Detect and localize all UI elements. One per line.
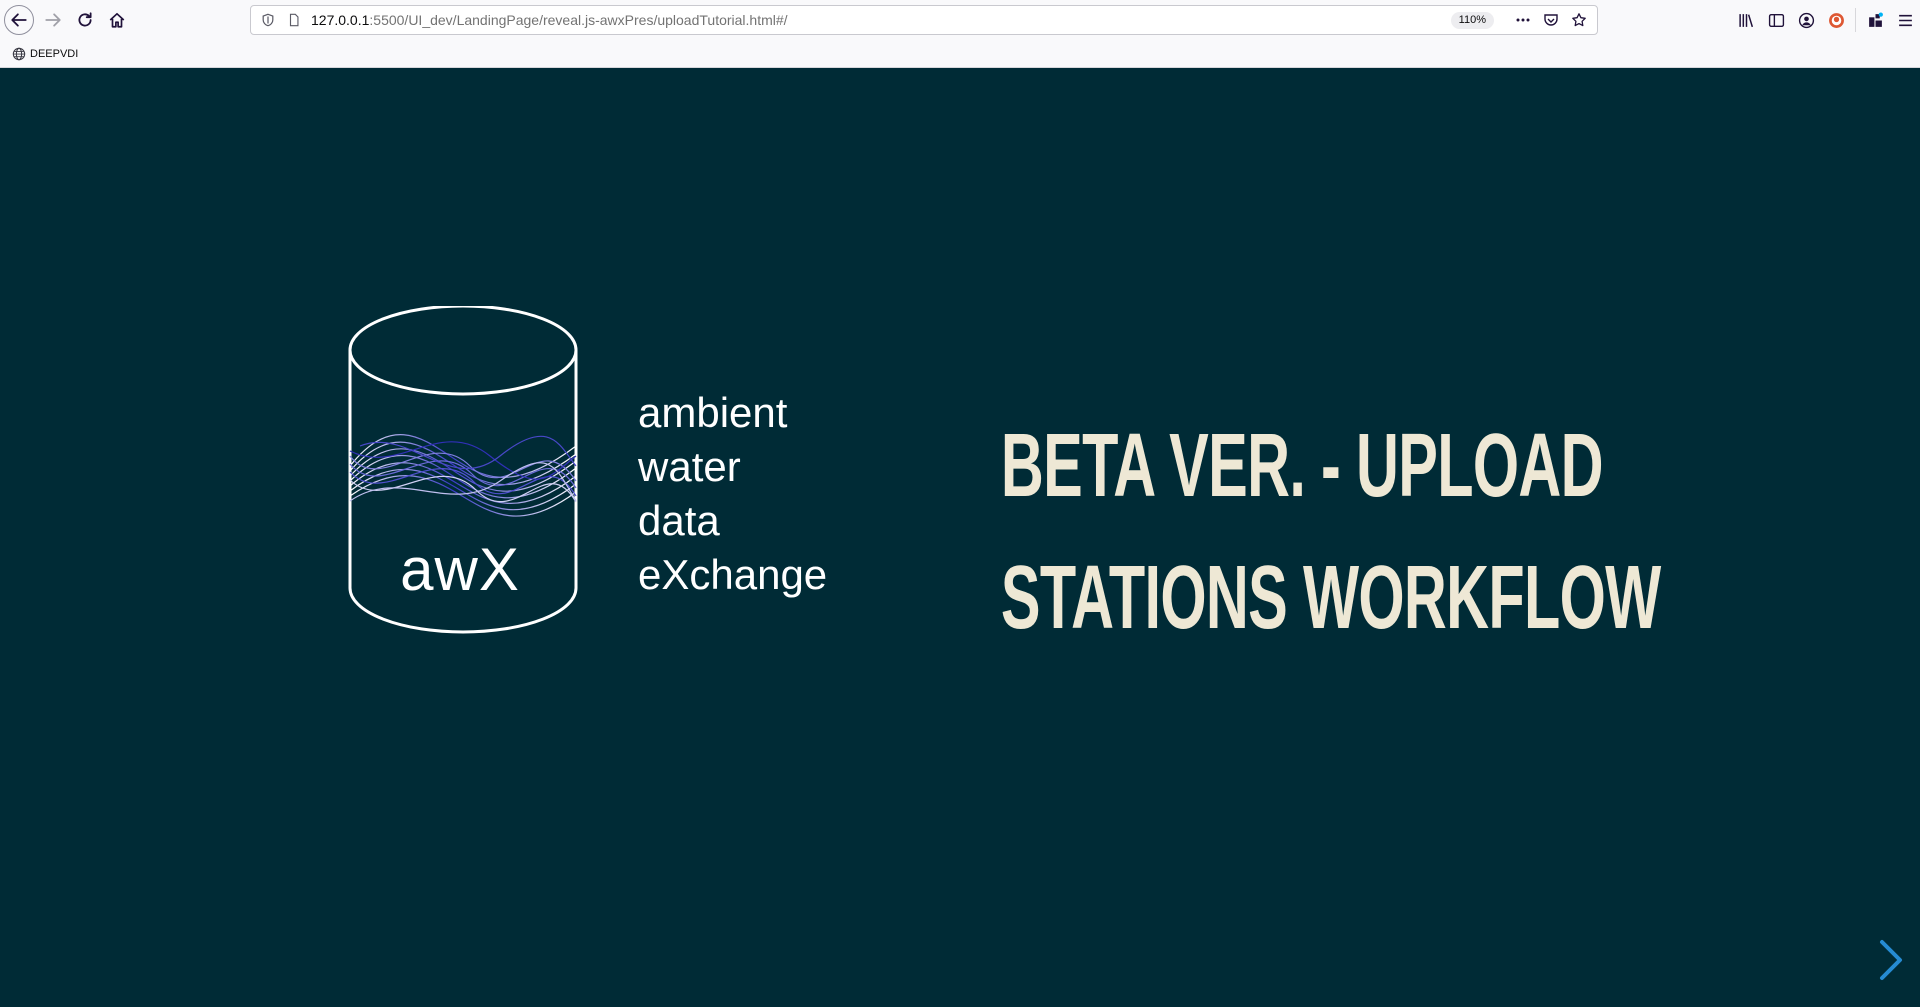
shield-icon[interactable] xyxy=(259,11,277,29)
bookmark-star-button[interactable] xyxy=(1569,10,1589,30)
pocket-button[interactable] xyxy=(1541,10,1561,30)
duckduckgo-icon xyxy=(1828,12,1844,28)
duckduckgo-extension-button[interactable] xyxy=(1821,5,1851,35)
bookmark-label: DEEPVDI xyxy=(30,47,79,60)
chevron-right-icon xyxy=(1880,940,1902,980)
arrow-right-icon xyxy=(45,13,61,27)
sidebar-icon xyxy=(1768,13,1784,27)
home-button[interactable] xyxy=(102,5,132,35)
account-icon xyxy=(1798,12,1814,28)
library-icon xyxy=(1738,13,1753,27)
toolbar-right-group xyxy=(1731,5,1920,35)
hamburger-menu-icon xyxy=(1898,14,1912,26)
zoom-level-badge[interactable]: 110% xyxy=(1450,12,1494,29)
more-horizontal-icon xyxy=(1516,18,1530,22)
slide-title: BETA VER. - UPLOAD STATIONS WORKFLOW xyxy=(1000,400,1661,664)
wave-graphic xyxy=(349,434,577,517)
tagline-line: data xyxy=(638,497,720,544)
logo-wordmark: awX xyxy=(400,536,520,603)
bookmarks-toolbar: DEEPVDI xyxy=(0,40,1920,68)
pocket-icon xyxy=(1544,14,1558,26)
browser-toolbar: 127.0.0.1:5500/UI_dev/LandingPage/reveal… xyxy=(0,0,1920,40)
globe-icon xyxy=(12,47,26,60)
reload-button[interactable] xyxy=(70,5,100,35)
tagline-line: water xyxy=(638,443,741,490)
url-text[interactable]: 127.0.0.1:5500/UI_dev/LandingPage/reveal… xyxy=(311,12,788,28)
forward-button[interactable] xyxy=(38,5,68,35)
tagline-line: ambient xyxy=(638,389,788,436)
toolbar-divider xyxy=(1855,8,1856,32)
extensions-icon xyxy=(1868,12,1883,27)
slide-title-line: STATIONS WORKFLOW xyxy=(1000,548,1661,648)
next-slide-button[interactable] xyxy=(1876,938,1906,982)
sidebar-button[interactable] xyxy=(1761,5,1791,35)
reload-icon xyxy=(78,12,92,27)
arrow-left-icon xyxy=(11,13,27,27)
page-actions-button[interactable] xyxy=(1513,10,1533,30)
home-icon xyxy=(109,12,125,28)
extensions-button[interactable] xyxy=(1860,5,1890,35)
library-button[interactable] xyxy=(1731,5,1761,35)
tagline: ambient water data eXchange xyxy=(638,386,827,602)
presentation-slide xyxy=(0,68,1920,1007)
page-icon[interactable] xyxy=(285,11,303,29)
menu-button[interactable] xyxy=(1890,5,1920,35)
slide-title-line: BETA VER. - UPLOAD xyxy=(1000,416,1604,516)
url-path: :5500/UI_dev/LandingPage/reveal.js-awxPr… xyxy=(369,12,788,28)
account-button[interactable] xyxy=(1791,5,1821,35)
tagline-line: eXchange xyxy=(638,551,828,598)
url-host: 127.0.0.1 xyxy=(311,12,370,28)
star-icon xyxy=(1572,13,1586,27)
bookmark-item[interactable]: DEEPVDI xyxy=(12,47,78,61)
back-button[interactable] xyxy=(4,5,34,35)
url-bar[interactable]: 127.0.0.1:5500/UI_dev/LandingPage/reveal… xyxy=(250,5,1598,35)
